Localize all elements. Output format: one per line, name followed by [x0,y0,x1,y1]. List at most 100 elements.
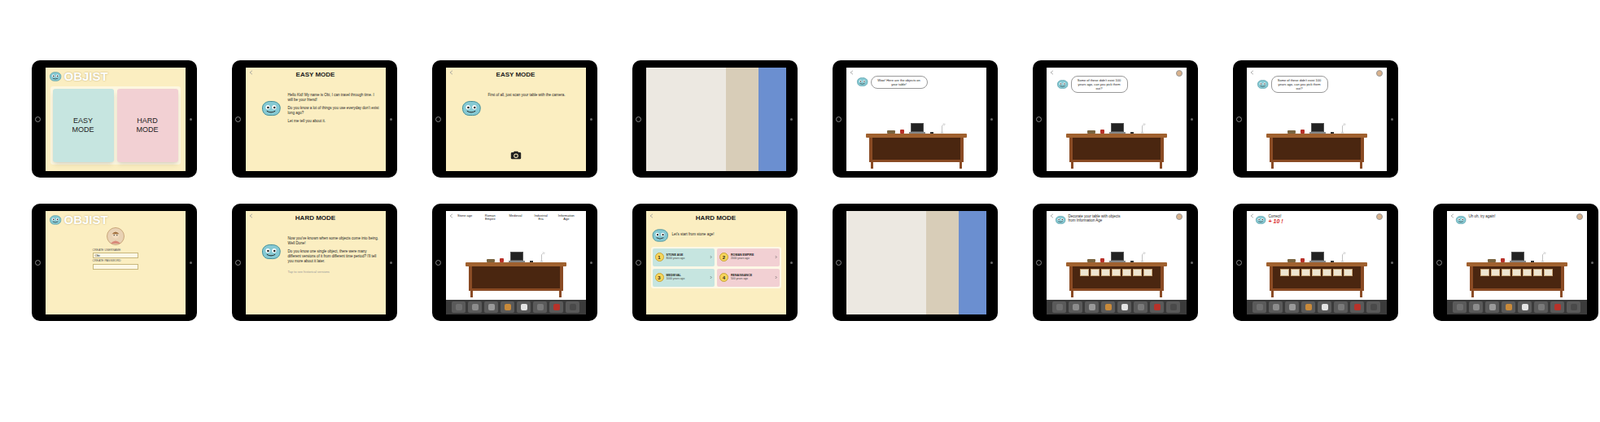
era-tab[interactable]: Industrial Era [532,214,551,223]
era-tab[interactable]: Information Age [557,214,576,223]
home-button[interactable] [235,259,241,266]
home-button[interactable] [235,116,241,123]
laptop-icon[interactable] [1309,251,1326,263]
back-icon[interactable] [1250,69,1255,75]
laptop-icon[interactable] [909,122,926,134]
toolbar-object-icon[interactable] [1117,301,1132,313]
toolbar-object-icon[interactable] [1166,301,1181,313]
shelf-slot[interactable] [1512,268,1522,276]
home-button[interactable] [635,259,642,266]
back-icon[interactable] [1049,69,1054,75]
toolbar-object-icon[interactable] [549,301,564,313]
home-button[interactable] [1436,259,1443,266]
book-icon[interactable] [1087,130,1096,134]
toolbar-object-icon[interactable] [1517,301,1532,313]
book-icon[interactable] [1287,258,1296,263]
shelf-slot[interactable] [1333,268,1343,276]
book-icon[interactable] [1287,130,1296,134]
mug-icon[interactable] [1500,257,1505,263]
back-icon[interactable] [849,69,854,75]
home-button[interactable] [1236,116,1242,123]
toolbar-object-icon[interactable] [1285,301,1299,313]
user-avatar-icon[interactable] [1175,69,1183,77]
camera-icon[interactable] [445,150,586,171]
home-button[interactable] [835,116,842,123]
user-avatar-icon[interactable] [106,227,125,245]
lamp-icon[interactable] [537,249,546,263]
back-icon[interactable] [449,213,454,219]
text-field[interactable]: Obi [92,252,139,258]
toolbar-object-icon[interactable] [484,301,499,313]
back-icon[interactable] [449,69,454,75]
toolbar-object-icon[interactable] [1350,301,1364,313]
shelf-slot[interactable] [1111,268,1121,276]
toolbar-object-icon[interactable] [1501,301,1516,313]
back-icon[interactable] [249,69,254,75]
mug-icon[interactable] [900,129,905,134]
home-button[interactable] [34,116,41,123]
toolbar-object-icon[interactable] [1333,301,1348,313]
toolbar-object-icon[interactable] [533,301,547,313]
back-icon[interactable] [1250,213,1255,219]
book-icon[interactable] [486,258,495,263]
shelf-slot[interactable] [1343,268,1353,276]
laptop-icon[interactable] [1109,122,1126,134]
laptop-icon[interactable] [508,251,525,263]
shelf-slot[interactable] [1143,268,1153,276]
era-card[interactable]: 1STONE AGE8000 years ago [652,248,716,267]
book-icon[interactable] [887,130,896,134]
book-icon[interactable] [1487,258,1496,263]
toolbar-object-icon[interactable] [1101,301,1115,313]
toolbar-object-icon[interactable] [1133,301,1148,313]
toolbar-object-icon[interactable] [516,301,531,313]
era-tab[interactable]: Stone age [455,214,474,219]
user-avatar-icon[interactable] [1376,213,1383,220]
toolbar-object-icon[interactable] [1566,301,1581,313]
shelf-slot[interactable] [1311,268,1321,276]
lamp-icon[interactable] [1138,249,1146,263]
shelf-slot[interactable] [1501,268,1511,276]
toolbar-object-icon[interactable] [1301,301,1316,313]
toolbar-object-icon[interactable] [1550,301,1565,313]
mode-button[interactable]: EASY MODE [52,88,114,162]
shelf-slot[interactable] [1132,268,1142,276]
home-button[interactable] [1036,259,1042,266]
era-card[interactable]: 3MEDIEVAL1000 years ago [652,268,716,287]
shelf-slot[interactable] [1079,268,1089,276]
mug-icon[interactable] [1100,257,1105,263]
toolbar-object-icon[interactable] [1268,301,1283,313]
shelf-slot[interactable] [1522,268,1532,276]
toolbar-object-icon[interactable] [500,301,515,313]
shelf-slot[interactable] [1322,268,1332,276]
lamp-icon[interactable] [1338,249,1347,263]
laptop-icon[interactable] [1309,122,1326,134]
book-icon[interactable] [1087,258,1096,263]
mug-icon[interactable] [499,257,504,263]
shelf-slot[interactable] [1301,268,1311,276]
laptop-icon[interactable] [1109,251,1126,263]
back-icon[interactable] [249,213,254,219]
user-avatar-icon[interactable] [1376,69,1383,77]
toolbar-object-icon[interactable] [1366,301,1381,313]
back-icon[interactable] [1450,213,1455,219]
toolbar-object-icon[interactable] [1149,301,1164,313]
mug-icon[interactable] [1300,129,1305,134]
toolbar-object-icon[interactable] [565,301,580,313]
era-tab[interactable]: Roman Empire [480,214,499,223]
home-button[interactable] [435,116,442,123]
era-tab[interactable]: Medieval [506,214,525,219]
home-button[interactable] [34,259,41,266]
toolbar-object-icon[interactable] [1485,301,1500,313]
shelf-slot[interactable] [1490,268,1500,276]
shelf-slot[interactable] [1280,268,1290,276]
toolbar-object-icon[interactable] [467,301,482,313]
toolbar-object-icon[interactable] [1068,301,1083,313]
toolbar-object-icon[interactable] [1468,301,1483,313]
hint-text[interactable]: Tap to see historical versions [288,269,380,274]
shelf-slot[interactable] [1290,268,1300,276]
user-avatar-icon[interactable] [1576,213,1583,220]
shelf-slot[interactable] [1533,268,1543,276]
text-field[interactable] [92,263,139,270]
laptop-icon[interactable] [1509,251,1526,263]
mode-button[interactable]: HARD MODE [117,88,179,162]
